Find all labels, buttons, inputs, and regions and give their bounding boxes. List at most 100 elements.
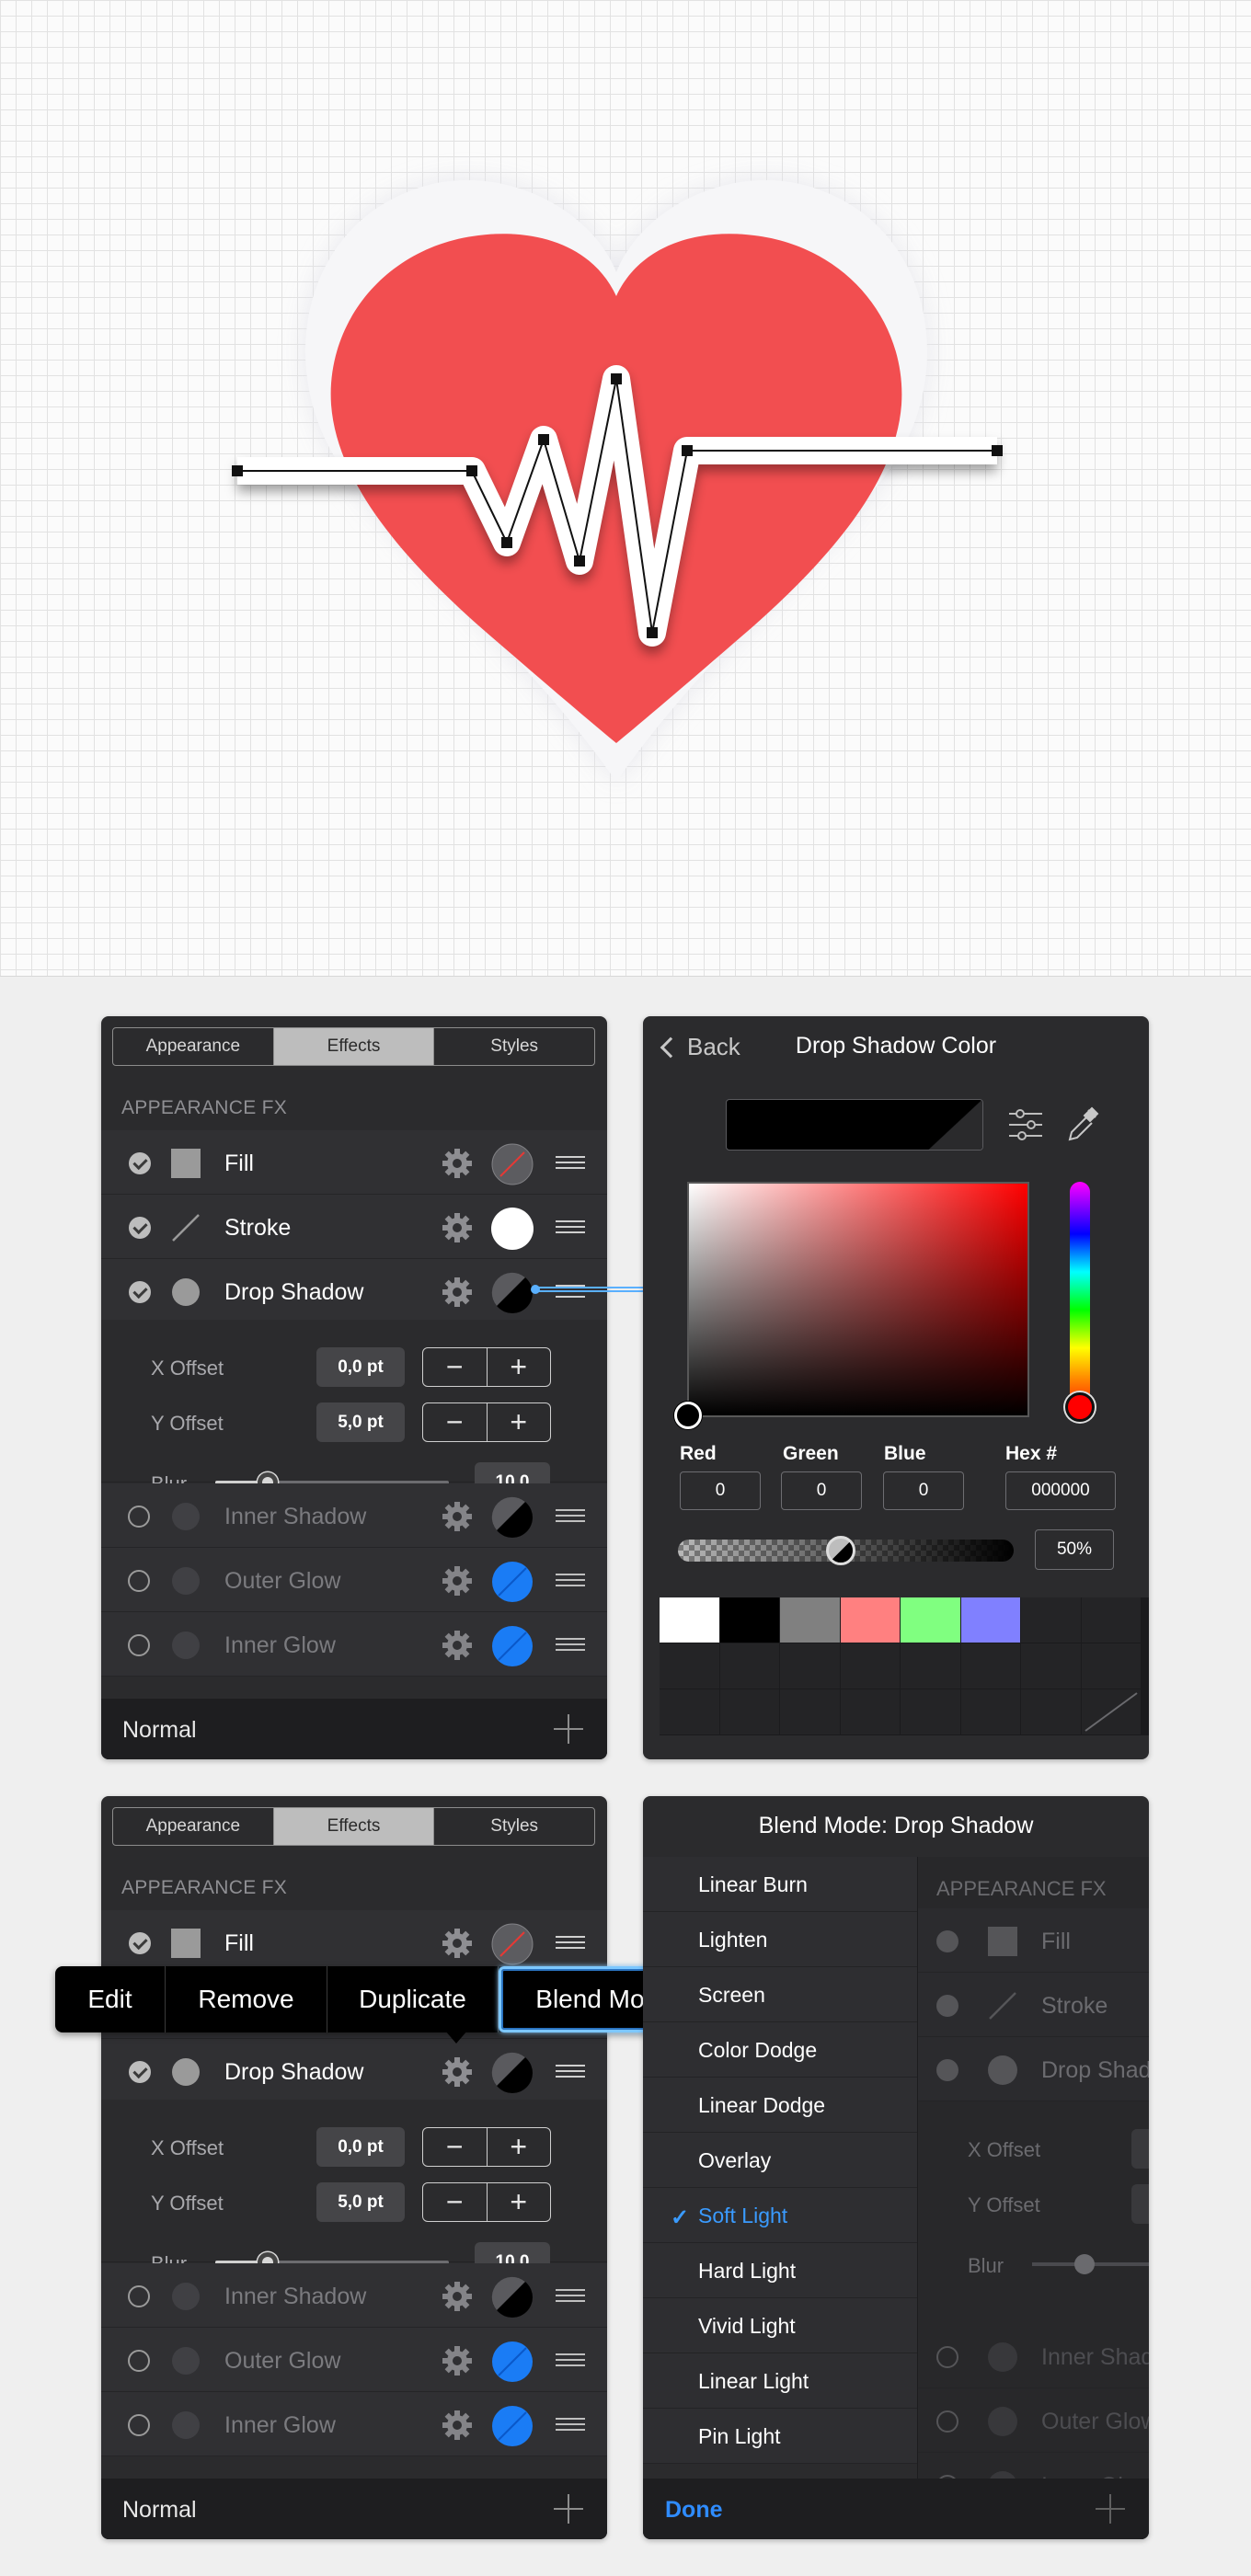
hue-slider-knob[interactable] (1065, 1392, 1095, 1422)
plus-icon[interactable]: + (488, 2183, 551, 2221)
no-color-swatch[interactable] (491, 1923, 534, 1965)
radio-icon[interactable] (128, 2350, 150, 2372)
reorder-handle-icon[interactable] (556, 1220, 585, 1233)
x-offset-field[interactable]: 0,0 pt (316, 1347, 405, 1387)
gear-icon[interactable] (442, 2281, 473, 2312)
black-half-swatch[interactable] (491, 2276, 534, 2318)
reorder-handle-icon[interactable] (556, 2353, 585, 2366)
done-button[interactable]: Done (665, 2497, 723, 2524)
artboard-canvas[interactable] (0, 0, 1251, 977)
swatch-empty[interactable] (840, 1689, 900, 1735)
radio-icon[interactable] (128, 1634, 150, 1656)
list-item[interactable]: Linear Dodge (643, 2078, 917, 2133)
gear-icon[interactable] (442, 1277, 473, 1308)
reorder-handle-icon[interactable] (556, 1574, 585, 1586)
reorder-handle-icon[interactable] (556, 1156, 585, 1169)
gear-icon[interactable] (442, 1212, 473, 1243)
opacity-slider-knob[interactable] (826, 1536, 855, 1565)
menu-item-remove[interactable]: Remove (166, 1966, 327, 2032)
gear-icon[interactable] (442, 1928, 473, 1959)
reorder-handle-icon[interactable] (556, 2065, 585, 2078)
sliders-icon[interactable] (1007, 1106, 1044, 1143)
swatch-empty[interactable] (960, 1689, 1020, 1735)
tab-styles[interactable]: Styles (434, 1028, 594, 1065)
swatch-empty[interactable] (719, 1643, 779, 1689)
list-item[interactable]: Screen (643, 1967, 917, 2022)
swatch-empty[interactable] (780, 1643, 840, 1689)
white-swatch[interactable] (491, 1208, 534, 1250)
y-offset-stepper[interactable]: − + (422, 2182, 551, 2222)
radio-icon[interactable] (128, 1570, 150, 1592)
blue-field[interactable]: 0 (883, 1471, 964, 1510)
plus-icon[interactable]: + (488, 1403, 551, 1441)
swatch-empty[interactable] (1021, 1643, 1081, 1689)
x-offset-stepper[interactable]: − + (422, 2127, 551, 2167)
y-offset-field[interactable]: 5,0 pt (316, 2182, 405, 2222)
minus-icon[interactable]: − (423, 1348, 488, 1386)
effect-row-outer-glow[interactable]: Outer Glow (101, 2328, 607, 2392)
reorder-handle-icon[interactable] (556, 1936, 585, 1949)
swatch-empty[interactable] (1081, 1643, 1141, 1689)
swatch-white[interactable] (660, 1597, 719, 1643)
checkmark-icon[interactable] (129, 1281, 151, 1303)
blue-swatch[interactable] (491, 1625, 534, 1667)
list-item[interactable]: Pin Light (643, 2409, 917, 2464)
hex-field[interactable]: 000000 (1005, 1471, 1116, 1510)
tab-styles[interactable]: Styles (434, 1808, 594, 1845)
x-offset-field[interactable]: 0,0 pt (316, 2127, 405, 2167)
gear-icon[interactable] (442, 1565, 473, 1597)
list-item[interactable]: Vivid Light (643, 2298, 917, 2353)
no-color-swatch[interactable] (491, 1143, 534, 1185)
plus-icon[interactable]: + (488, 1348, 551, 1386)
menu-item-duplicate[interactable]: Duplicate (327, 1966, 499, 2032)
swatch-blue[interactable] (960, 1597, 1020, 1643)
minus-icon[interactable]: − (423, 2128, 488, 2166)
list-item[interactable]: Lighten (643, 1912, 917, 1967)
y-offset-field[interactable]: 5,0 pt (316, 1402, 405, 1442)
minus-icon[interactable]: − (423, 2183, 488, 2221)
gear-icon[interactable] (442, 2410, 473, 2441)
list-item[interactable]: Hard Light (643, 2243, 917, 2298)
swatch-pink[interactable] (840, 1597, 900, 1643)
tab-appearance[interactable]: Appearance (113, 1028, 274, 1065)
blend-mode-selector[interactable]: Normal (122, 1717, 197, 1744)
opacity-field[interactable]: 50% (1035, 1529, 1114, 1570)
swatch-empty[interactable] (840, 1643, 900, 1689)
gear-icon[interactable] (442, 1148, 473, 1179)
add-effect-icon[interactable] (1096, 2494, 1125, 2524)
blend-mode-selector[interactable]: Normal (122, 2497, 197, 2524)
saturation-value-picker[interactable] (687, 1182, 1029, 1417)
swatch-empty[interactable] (719, 1689, 779, 1735)
reorder-handle-icon[interactable] (556, 1509, 585, 1522)
swatch-empty[interactable] (901, 1689, 960, 1735)
green-field[interactable]: 0 (781, 1471, 862, 1510)
clear-swatch-icon[interactable] (1081, 1689, 1141, 1735)
list-item-selected[interactable]: ✓ Soft Light (643, 2188, 917, 2243)
swatch-empty[interactable] (1021, 1689, 1081, 1735)
effect-row-inner-glow[interactable]: Inner Glow (101, 2392, 607, 2456)
radio-icon[interactable] (128, 2414, 150, 2436)
black-half-swatch[interactable] (491, 2052, 534, 2094)
reorder-handle-icon[interactable] (556, 2289, 585, 2302)
swatch-empty[interactable] (660, 1643, 719, 1689)
add-effect-icon[interactable] (554, 2494, 583, 2524)
plus-icon[interactable]: + (488, 2128, 551, 2166)
effect-row-stroke[interactable]: Stroke (101, 1195, 607, 1259)
effect-row-drop-shadow[interactable]: Drop Shadow (101, 2039, 607, 2103)
eyedropper-icon[interactable] (1064, 1105, 1101, 1145)
checkmark-icon[interactable] (129, 2061, 151, 2083)
swatch-empty[interactable] (901, 1643, 960, 1689)
minus-icon[interactable]: − (423, 1403, 488, 1441)
gear-icon[interactable] (442, 2056, 473, 2088)
list-item[interactable]: Linear Burn (643, 1857, 917, 1912)
tab-effects[interactable]: Effects (273, 1808, 435, 1845)
list-item[interactable]: Linear Light (643, 2353, 917, 2409)
swatch-green[interactable] (901, 1597, 960, 1643)
swatch-black[interactable] (719, 1597, 779, 1643)
blue-swatch[interactable] (491, 2341, 534, 2383)
swatch-empty[interactable] (780, 1689, 840, 1735)
swatch-empty[interactable] (660, 1689, 719, 1735)
blue-swatch[interactable] (491, 2405, 534, 2447)
tab-effects[interactable]: Effects (273, 1028, 435, 1065)
reorder-handle-icon[interactable] (556, 1638, 585, 1651)
